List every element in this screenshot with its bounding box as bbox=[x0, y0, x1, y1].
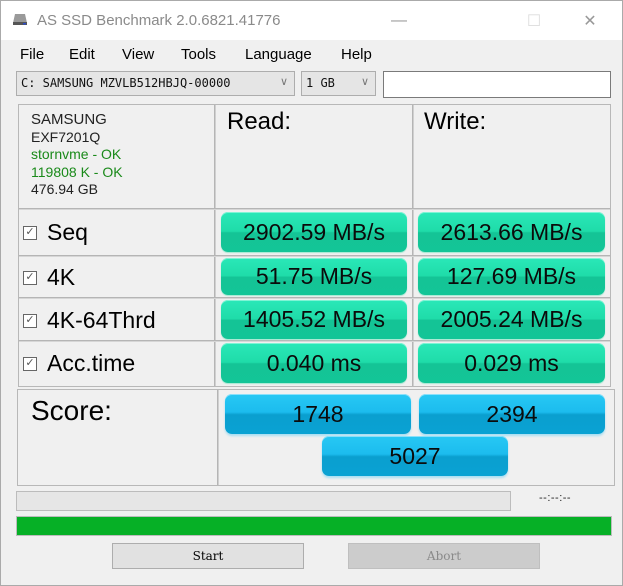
test-label: 4K bbox=[47, 264, 76, 290]
acc-time-checkbox[interactable]: ✓ bbox=[23, 356, 37, 371]
4k-checkbox[interactable]: ✓ bbox=[23, 270, 37, 285]
menu-edit[interactable]: Edit bbox=[69, 43, 95, 66]
menu-language[interactable]: Language bbox=[245, 43, 312, 66]
driver-status: stornvme - OK bbox=[31, 146, 122, 162]
write-column-header: Write: bbox=[424, 108, 487, 135]
write-score: 2394 bbox=[419, 394, 605, 434]
chevron-down-icon: ∨ bbox=[360, 75, 369, 88]
abort-button[interactable]: Abort bbox=[348, 543, 540, 569]
maximize-button[interactable]: ☐ bbox=[511, 1, 557, 40]
drive-capacity: 476.94 GB bbox=[31, 181, 98, 197]
total-score: 5027 bbox=[322, 436, 508, 476]
overall-progress-fill bbox=[17, 517, 611, 535]
maximize-icon: ☐ bbox=[526, 12, 542, 30]
grid-divider bbox=[19, 340, 610, 342]
info-text-field[interactable] bbox=[383, 71, 611, 98]
menu-tools[interactable]: Tools bbox=[181, 43, 216, 66]
menu-view[interactable]: View bbox=[122, 43, 154, 66]
chevron-down-icon: ∨ bbox=[279, 75, 288, 88]
test-size-value: 1 GB bbox=[306, 76, 335, 90]
acc-time-write-result: 0.029 ms bbox=[418, 343, 605, 383]
test-label: 4K-64Thrd bbox=[47, 307, 156, 333]
seq-checkbox[interactable]: ✓ bbox=[23, 225, 37, 240]
elapsed-time: --:--:-- bbox=[539, 492, 572, 504]
window-title: AS SSD Benchmark 2.0.6821.41776 bbox=[37, 12, 281, 29]
4k-64thrd-checkbox[interactable]: ✓ bbox=[23, 313, 37, 328]
drive-info: SAMSUNG EXF7201Q stornvme - OK 119808 K … bbox=[31, 111, 123, 199]
drive-firmware: EXF7201Q bbox=[31, 128, 101, 145]
test-progress-bar bbox=[16, 491, 511, 511]
test-label: Seq bbox=[47, 219, 88, 245]
grid-divider bbox=[217, 390, 219, 485]
drive-select-value: C: SAMSUNG MZVLB512HBJQ-00000 bbox=[21, 76, 231, 90]
alignment-status: 119808 K - OK bbox=[31, 163, 123, 180]
grid-divider bbox=[412, 105, 414, 386]
score-label: Score: bbox=[31, 395, 112, 426]
test-label: Acc.time bbox=[47, 350, 136, 376]
4k-read-result: 51.75 MB/s bbox=[221, 258, 407, 295]
grid-divider bbox=[19, 255, 610, 257]
read-score: 1748 bbox=[225, 394, 411, 434]
read-column-header: Read: bbox=[227, 108, 292, 135]
minimize-button[interactable]: — bbox=[376, 1, 422, 40]
4k-write-result: 127.69 MB/s bbox=[418, 258, 605, 295]
test-row-4k-64thrd[interactable]: ✓ 4K-64Thrd bbox=[23, 307, 156, 334]
test-row-4k[interactable]: ✓ 4K bbox=[23, 264, 75, 291]
grid-divider bbox=[19, 297, 610, 299]
seq-read-result: 2902.59 MB/s bbox=[221, 212, 407, 252]
start-button[interactable]: Start bbox=[112, 543, 304, 569]
test-size-select[interactable]: 1 GB ∨ bbox=[301, 71, 376, 96]
4k-64thrd-write-result: 2005.24 MB/s bbox=[418, 300, 605, 339]
minimize-icon: — bbox=[391, 11, 407, 29]
menu-help[interactable]: Help bbox=[341, 43, 372, 66]
drive-select[interactable]: C: SAMSUNG MZVLB512HBJQ-00000 ∨ bbox=[16, 71, 295, 96]
menu-file[interactable]: File bbox=[20, 43, 44, 66]
app-window: AS SSD Benchmark 2.0.6821.41776 — ☐ ✕ Fi… bbox=[0, 0, 623, 586]
seq-write-result: 2613.66 MB/s bbox=[418, 212, 605, 252]
4k-64thrd-read-result: 1405.52 MB/s bbox=[221, 300, 407, 339]
title-bar: AS SSD Benchmark 2.0.6821.41776 — ☐ ✕ bbox=[1, 1, 622, 40]
grid-divider bbox=[214, 105, 216, 386]
close-button[interactable]: ✕ bbox=[567, 1, 613, 40]
drive-icon bbox=[13, 14, 27, 25]
test-row-acc-time[interactable]: ✓ Acc.time bbox=[23, 350, 135, 377]
test-row-seq[interactable]: ✓ Seq bbox=[23, 219, 88, 246]
overall-progress-bar bbox=[16, 516, 612, 536]
close-icon: ✕ bbox=[583, 12, 597, 30]
grid-divider bbox=[19, 208, 610, 210]
acc-time-read-result: 0.040 ms bbox=[221, 343, 407, 383]
menu-bar: File Edit View Tools Language Help bbox=[1, 43, 622, 67]
drive-vendor: SAMSUNG bbox=[31, 111, 107, 128]
